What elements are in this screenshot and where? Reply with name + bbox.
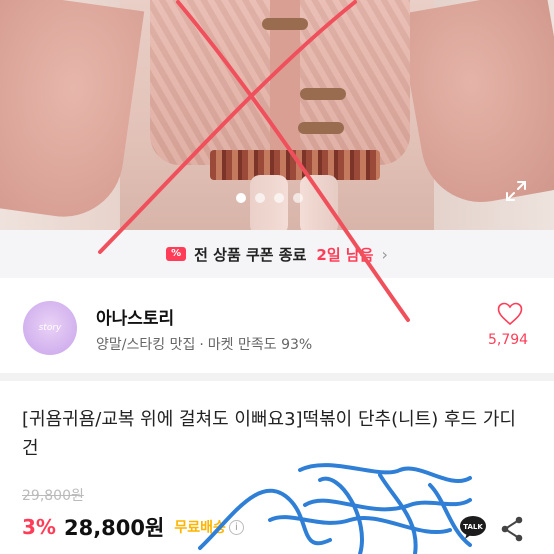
pagination-dot-3[interactable] (274, 193, 284, 203)
coupon-percent-icon: % (166, 247, 187, 261)
toggle-button-2 (300, 88, 346, 100)
talk-button[interactable]: TALK (459, 515, 487, 541)
pagination-dot-2[interactable] (255, 193, 265, 203)
section-divider (0, 373, 554, 381)
price-row: 3% 28,800원 무료배송 i (22, 512, 244, 542)
heart-icon[interactable] (497, 302, 523, 326)
toggle-button-1 (262, 18, 308, 30)
toggle-button-3 (298, 122, 344, 134)
product-image-gallery[interactable] (0, 0, 554, 230)
chevron-right-icon: › (381, 244, 388, 264)
cardigan-sleeve-left (0, 0, 145, 225)
meta-separator: · (199, 337, 204, 353)
cardigan-sleeve-right (397, 0, 554, 212)
talk-label: TALK (463, 523, 483, 531)
gallery-pagination (236, 193, 303, 203)
info-icon[interactable]: i (228, 519, 244, 535)
store-meta: 양말/스타킹 맛집 · 마켓 만족도 93% (96, 334, 312, 354)
sale-price: 28,800원 (63, 516, 165, 540)
product-title: [귀욤귀욤/교복 위에 걸쳐도 이뻐요3]떡볶이 단추(니트) 후드 가디건 (22, 409, 516, 459)
leg-right (300, 175, 338, 230)
store-info-row[interactable]: story 아나스토리 양말/스타킹 맛집 · 마켓 만족도 93% 5,794 (0, 280, 554, 372)
store-avatar[interactable]: story (23, 301, 77, 355)
coupon-text: 전 상품 쿠폰 종료 (194, 245, 307, 264)
store-satisfaction: 마켓 만족도 93% (207, 337, 313, 353)
share-icon[interactable] (500, 516, 524, 542)
store-name[interactable]: 아나스토리 (96, 304, 174, 329)
coupon-remaining: 2일 남음 (316, 245, 374, 264)
plaid-skirt (210, 150, 380, 180)
pagination-dot-4[interactable] (293, 193, 303, 203)
original-price: 29,800원 (22, 488, 84, 504)
pagination-dot-1[interactable] (236, 193, 246, 203)
coupon-banner[interactable]: % 전 상품 쿠폰 종료 2일 남음 › (0, 230, 554, 278)
free-shipping-label: 무료배송 (174, 520, 226, 536)
avatar-logo-text: story (38, 323, 62, 333)
like-count: 5,794 (488, 332, 529, 348)
store-category: 양말/스타킹 맛집 (96, 337, 196, 353)
expand-icon[interactable] (504, 179, 528, 203)
discount-rate: 3% (22, 515, 56, 539)
